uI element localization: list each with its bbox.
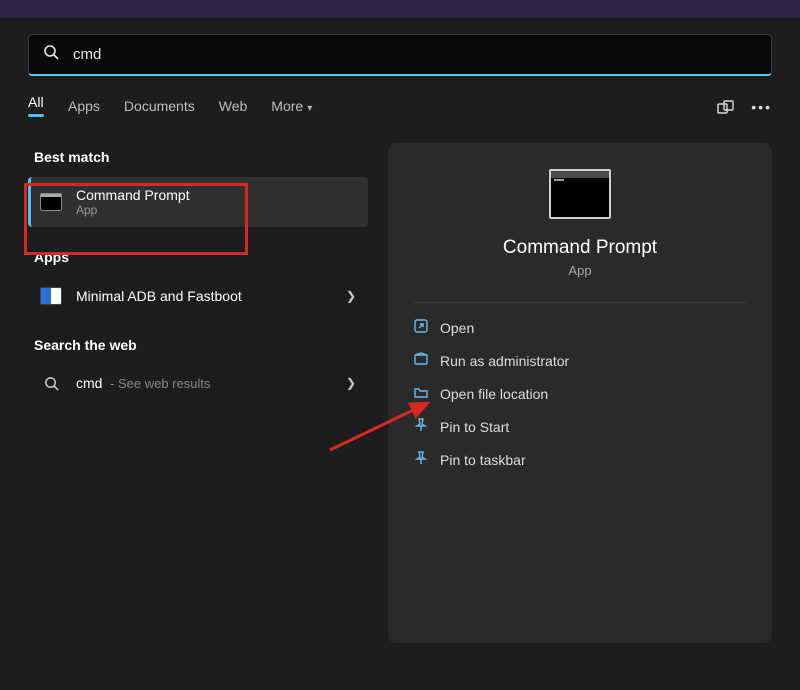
search-input[interactable] [73, 46, 757, 63]
pin-icon [414, 451, 440, 468]
result-name: cmd - See web results [76, 375, 211, 391]
search-bar[interactable] [28, 34, 772, 76]
cmd-icon [549, 169, 611, 219]
tab-more[interactable]: More▾ [271, 98, 312, 122]
open-icon [414, 319, 440, 336]
chevron-right-icon: ❯ [346, 289, 356, 303]
more-options-icon[interactable]: ••• [751, 99, 772, 120]
cmd-icon [40, 193, 62, 211]
result-command-prompt[interactable]: Command Prompt App [28, 177, 368, 227]
search-across-icon[interactable] [717, 99, 735, 120]
result-name: Command Prompt [76, 187, 190, 203]
action-label: Run as administrator [440, 353, 569, 369]
action-open-location[interactable]: Open file location [388, 377, 772, 410]
result-web-cmd[interactable]: cmd - See web results ❯ [28, 365, 368, 401]
adb-icon [40, 287, 62, 305]
action-open[interactable]: Open [388, 311, 772, 344]
tab-apps[interactable]: Apps [68, 98, 100, 122]
action-pin-start[interactable]: Pin to Start [388, 410, 772, 443]
results-panel: Best match Command Prompt App Apps Minim… [28, 143, 368, 643]
section-best-match: Best match [34, 149, 368, 165]
section-search-web: Search the web [34, 337, 368, 353]
chevron-down-icon: ▾ [307, 103, 312, 114]
result-name: Minimal ADB and Fastboot [76, 288, 242, 304]
action-label: Pin to taskbar [440, 452, 526, 468]
search-icon [43, 44, 59, 65]
result-minimal-adb[interactable]: Minimal ADB and Fastboot ❯ [28, 277, 368, 315]
preview-panel: Command Prompt App Open Run as administr… [388, 143, 772, 643]
action-label: Open file location [440, 386, 548, 402]
tab-all[interactable]: All [28, 94, 44, 125]
preview-title: Command Prompt [388, 237, 772, 259]
result-sub: App [76, 203, 190, 217]
filter-tabs: All Apps Documents Web More▾ ••• [28, 94, 772, 125]
chevron-right-icon: ❯ [346, 376, 356, 390]
search-icon [40, 376, 62, 391]
action-pin-taskbar[interactable]: Pin to taskbar [388, 443, 772, 476]
action-label: Open [440, 320, 474, 336]
shield-icon [414, 352, 440, 369]
tab-documents[interactable]: Documents [124, 98, 195, 122]
pin-icon [414, 418, 440, 435]
preview-subtitle: App [388, 263, 772, 278]
tab-web[interactable]: Web [219, 98, 248, 122]
titlebar [0, 0, 800, 18]
folder-icon [414, 385, 440, 402]
section-apps: Apps [34, 249, 368, 265]
divider [414, 302, 746, 303]
action-run-as-admin[interactable]: Run as administrator [388, 344, 772, 377]
action-label: Pin to Start [440, 419, 509, 435]
